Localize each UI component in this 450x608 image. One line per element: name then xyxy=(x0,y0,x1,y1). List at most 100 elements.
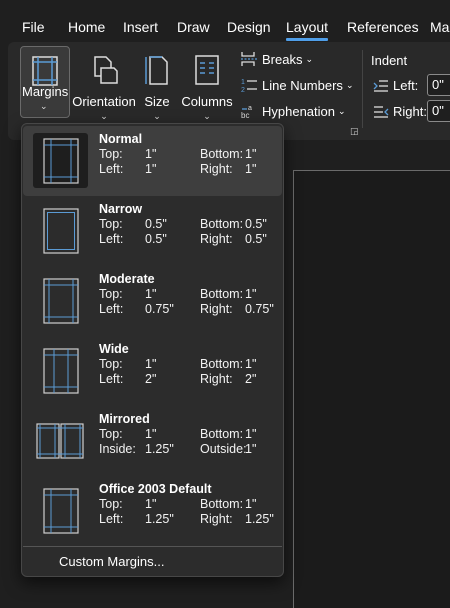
right-label: Right: xyxy=(200,232,233,246)
margin-preset-moderate[interactable]: Moderate Top: 1" Bottom: 1" Left: 0.75" … xyxy=(23,266,282,336)
tab-file[interactable]: File xyxy=(22,19,45,35)
bottom-value: 1" xyxy=(245,287,257,301)
top-label: Top: xyxy=(99,147,123,161)
bottom-label: Bottom: xyxy=(200,357,244,371)
margin-preset-office-2003-default[interactable]: Office 2003 Default Top: 1" Bottom: 1" L… xyxy=(23,476,282,546)
page-margins-icon xyxy=(33,133,88,188)
dialog-launcher-icon[interactable]: ◲ xyxy=(350,126,359,137)
inside-label: Inside: xyxy=(99,442,136,456)
margins-dropdown: Normal Top: 1" Bottom: 1" Left: 1" Right… xyxy=(21,123,284,577)
mirrored-pages-icon xyxy=(29,413,91,468)
top-label: Top: xyxy=(99,427,123,441)
left-label: Left: xyxy=(99,162,124,176)
group-divider xyxy=(362,50,363,128)
tab-references[interactable]: References xyxy=(347,19,419,35)
columns-button[interactable]: Columns ⌄ xyxy=(180,46,234,122)
right-value: 1.25" xyxy=(245,512,274,526)
svg-text:bc: bc xyxy=(241,111,249,119)
indent-right-icon xyxy=(374,105,389,118)
orientation-icon xyxy=(94,56,118,84)
indent-left-label: Left: xyxy=(393,78,419,93)
tab-home[interactable]: Home xyxy=(68,19,105,35)
tab-draw[interactable]: Draw xyxy=(177,19,210,35)
top-value: 0.5" xyxy=(145,217,167,231)
preset-name: Mirrored xyxy=(99,412,150,426)
svg-text:1: 1 xyxy=(241,79,245,86)
right-label: Right: xyxy=(200,162,233,176)
document-page[interactable] xyxy=(293,170,450,608)
page-margins-icon xyxy=(33,203,88,258)
right-value: 0.75" xyxy=(245,302,274,316)
orientation-label: Orientation xyxy=(72,94,136,109)
breaks-label: Breaks xyxy=(262,51,303,67)
size-button[interactable]: Size ⌄ xyxy=(142,46,172,122)
margins-icon xyxy=(32,56,58,86)
right-label: Right: xyxy=(200,302,233,316)
chevron-down-icon: ⌄ xyxy=(203,111,211,121)
page-margins-icon xyxy=(33,483,88,538)
indent-left-icon xyxy=(373,79,388,92)
svg-text:2: 2 xyxy=(241,87,245,93)
bottom-label: Bottom: xyxy=(200,147,244,161)
columns-icon xyxy=(195,55,219,85)
right-label: Right: xyxy=(200,512,233,526)
outside-label: Outside: xyxy=(200,442,247,456)
indent-left-input[interactable]: 0" xyxy=(427,74,450,96)
bottom-value: 1" xyxy=(245,357,257,371)
left-value: 0.75" xyxy=(145,302,174,316)
preset-name: Narrow xyxy=(99,202,143,216)
line-numbers-label: Line Numbers xyxy=(262,77,343,93)
margin-preset-mirrored[interactable]: Mirrored Top: 1" Bottom: 1" Inside: 1.25… xyxy=(23,406,282,476)
bottom-value: 0.5" xyxy=(245,217,267,231)
bottom-value: 1" xyxy=(245,147,257,161)
inside-value: 1.25" xyxy=(145,442,174,456)
indent-left-row: Left: 0" xyxy=(373,74,450,96)
left-label: Left: xyxy=(99,372,124,386)
preset-name: Normal xyxy=(99,132,143,146)
size-icon xyxy=(145,56,168,85)
chevron-down-icon: ⌄ xyxy=(305,53,314,64)
preset-name: Wide xyxy=(99,342,129,356)
page-margins-icon xyxy=(33,343,88,398)
top-value: 1" xyxy=(145,497,157,511)
margin-preset-normal[interactable]: Normal Top: 1" Bottom: 1" Left: 1" Right… xyxy=(23,126,282,196)
chevron-down-icon: ⌄ xyxy=(338,105,346,116)
bottom-value: 1" xyxy=(245,497,257,511)
bottom-label: Bottom: xyxy=(200,427,244,441)
hyphenation-label: Hyphenation xyxy=(262,103,335,119)
breaks-icon xyxy=(241,52,257,66)
breaks-button[interactable]: Breaks ⌄ xyxy=(240,51,313,67)
right-label: Right: xyxy=(200,372,233,386)
top-value: 1" xyxy=(145,147,157,161)
chevron-down-icon: ⌄ xyxy=(100,111,108,121)
margins-label: Margins xyxy=(22,84,69,99)
right-value: 1" xyxy=(245,162,257,176)
tab-design[interactable]: Design xyxy=(227,19,271,35)
top-value: 1" xyxy=(145,357,157,371)
orientation-button[interactable]: Orientation ⌄ xyxy=(72,46,136,122)
tab-insert[interactable]: Insert xyxy=(123,19,158,35)
indent-title: Indent xyxy=(371,53,408,68)
columns-label: Columns xyxy=(181,94,233,109)
chevron-down-icon: ⌄ xyxy=(40,101,48,111)
outside-value: 1" xyxy=(245,442,257,456)
top-label: Top: xyxy=(99,357,123,371)
top-value: 1" xyxy=(145,287,157,301)
top-value: 1" xyxy=(145,427,157,441)
left-label: Left: xyxy=(99,512,124,526)
left-label: Left: xyxy=(99,232,124,246)
menu-tabs: File Home Insert Draw Design Layout Refe… xyxy=(0,0,450,42)
tab-mailings[interactable]: Ma xyxy=(430,19,449,35)
indent-right-label: Right: xyxy=(393,104,427,119)
indent-right-input[interactable]: 0" xyxy=(427,100,450,122)
margin-preset-wide[interactable]: Wide Top: 1" Bottom: 1" Left: 2" Right: … xyxy=(23,336,282,406)
margin-preset-narrow[interactable]: Narrow Top: 0.5" Bottom: 0.5" Left: 0.5"… xyxy=(23,196,282,266)
hyphenation-button[interactable]: a bc Hyphenation ⌄ xyxy=(240,103,346,120)
line-numbers-button[interactable]: 1 2 Line Numbers ⌄ xyxy=(240,77,353,94)
left-label: Left: xyxy=(99,302,124,316)
custom-margins-button[interactable]: Custom Margins... xyxy=(59,554,164,569)
hyphenation-icon: a bc xyxy=(241,105,252,119)
top-label: Top: xyxy=(99,287,123,301)
tab-layout[interactable]: Layout xyxy=(286,19,329,41)
preset-name: Office 2003 Default xyxy=(99,482,212,496)
